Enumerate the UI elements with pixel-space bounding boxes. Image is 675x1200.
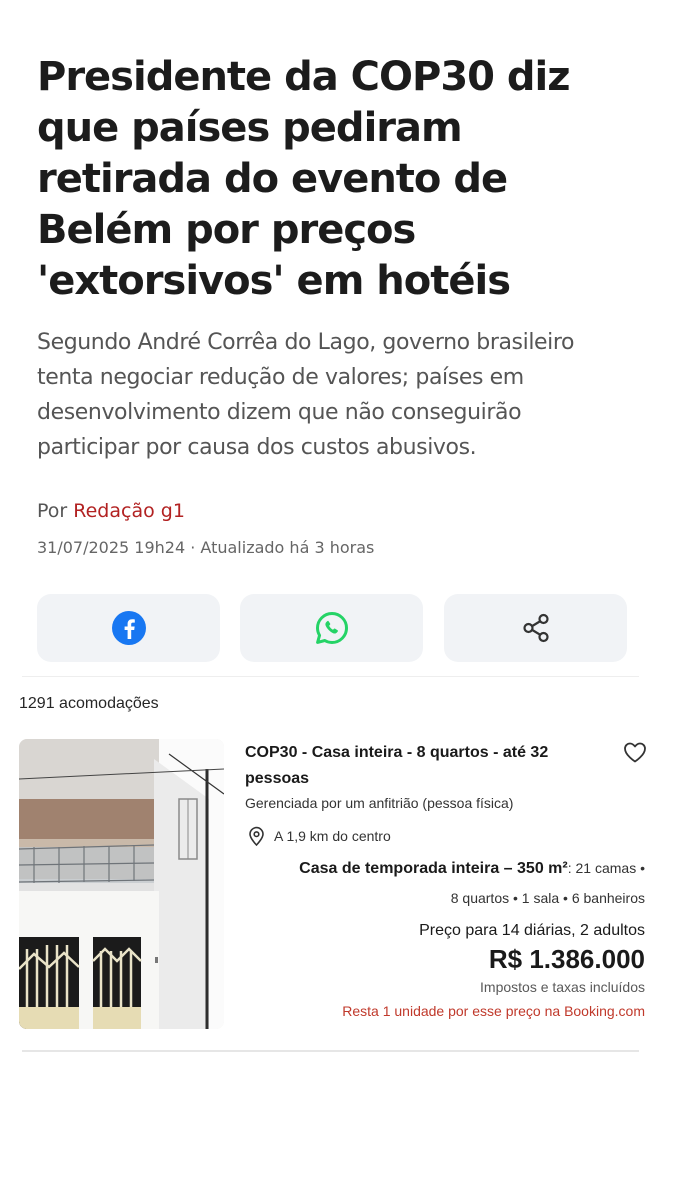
article-subtitle: Segundo André Corrêa do Lago, governo br… bbox=[37, 330, 575, 460]
taxes-note: Impostos e taxas incluídos bbox=[480, 979, 645, 995]
byline: Por Redação g1 bbox=[37, 500, 185, 522]
price-value: R$ 1.386.000 bbox=[488, 944, 645, 974]
price-label: Preço para 14 diárias, 2 adultos bbox=[419, 922, 645, 939]
share-icon bbox=[522, 613, 549, 643]
heart-icon bbox=[624, 742, 646, 763]
author-link[interactable]: Redação g1 bbox=[73, 500, 185, 522]
divider bbox=[22, 676, 639, 677]
house-photo-image bbox=[19, 739, 224, 1029]
unit-name: Casa de temporada inteira – 350 m² bbox=[299, 860, 568, 877]
share-facebook-button[interactable] bbox=[37, 594, 220, 662]
facebook-icon bbox=[111, 611, 146, 645]
host-type: Gerenciada por um anfitrião (pessoa físi… bbox=[245, 795, 514, 811]
distance-text: A 1,9 km do centro bbox=[274, 828, 391, 844]
unit-rooms: 8 quartos • 1 sala • 6 banheiros bbox=[450, 890, 645, 906]
listing-photo[interactable] bbox=[19, 739, 224, 1029]
listing-title[interactable]: COP30 - Casa inteira - 8 quartos - até 3… bbox=[245, 740, 605, 792]
distance-info: A 1,9 km do centro bbox=[248, 826, 391, 846]
whatsapp-icon bbox=[315, 612, 348, 644]
unit-beds: : 21 camas • bbox=[567, 860, 645, 876]
share-whatsapp-button[interactable] bbox=[240, 594, 423, 662]
favorite-button[interactable] bbox=[622, 739, 648, 765]
share-generic-button[interactable] bbox=[444, 594, 627, 662]
divider bbox=[22, 1050, 639, 1052]
byline-prefix: Por bbox=[37, 500, 74, 522]
accommodation-count: 1291 acomodações bbox=[19, 695, 159, 712]
availability-warning: Resta 1 unidade por esse preço na Bookin… bbox=[342, 1003, 645, 1019]
unit-summary: Casa de temporada inteira – 350 m²: 21 c… bbox=[299, 860, 645, 878]
map-pin-icon bbox=[249, 826, 264, 846]
publish-date: 31/07/2025 19h24 · Atualizado há 3 horas bbox=[37, 538, 375, 557]
share-bar bbox=[37, 594, 627, 662]
article-headline: Presidente da COP30 diz que países pedir… bbox=[37, 54, 571, 304]
